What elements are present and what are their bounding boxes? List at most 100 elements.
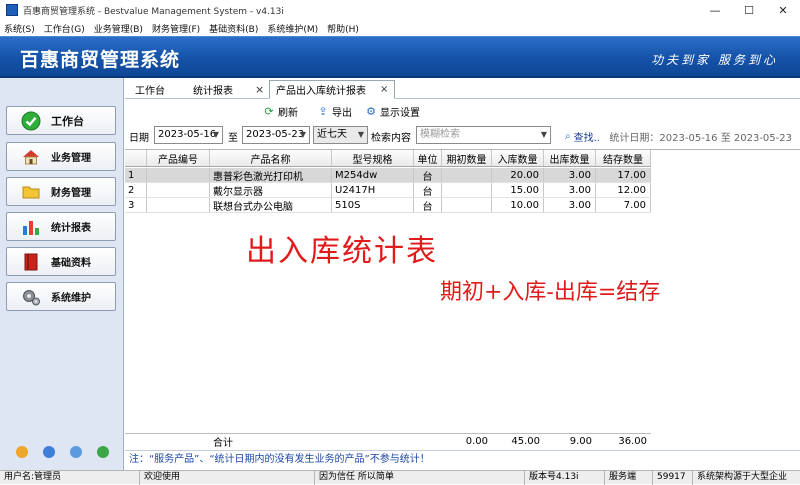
- table-row[interactable]: 2 戴尔显示器 U2417H 台 15.00 3.00 12.00: [125, 183, 651, 198]
- menu-workbench[interactable]: 工作台(G): [44, 22, 85, 35]
- tab-strip: 工作台 统计报表 × 产品出入库统计报表 ×: [125, 80, 800, 99]
- menu-business[interactable]: 业务管理(B): [94, 22, 143, 35]
- nav-reports-button[interactable]: 统计报表: [6, 212, 116, 241]
- exit-icon[interactable]: [96, 446, 109, 458]
- pencil-icon[interactable]: [15, 446, 28, 458]
- date-from-value: 2023-05-16: [158, 129, 217, 140]
- menu-system[interactable]: 系统(S): [4, 22, 35, 35]
- gear-icon: ⚙: [366, 105, 376, 118]
- nav-finance-button[interactable]: 财务管理: [6, 177, 116, 206]
- nav-maintenance-button[interactable]: 系统维护: [6, 282, 116, 311]
- row-number: 2: [125, 183, 147, 197]
- status-bar: 用户名:管理员 欢迎使用 因为信任 所以简单 版本号4.13i 服务端 5991…: [0, 470, 800, 485]
- total-label: 合计: [213, 438, 233, 449]
- column-header[interactable]: 出库数量: [544, 150, 596, 166]
- column-header[interactable]: 型号规格: [332, 150, 414, 166]
- annotation-formula: 期初+入库-出库=结存: [440, 280, 661, 305]
- column-header[interactable]: 单位: [414, 150, 442, 166]
- tab-product-inout-report[interactable]: 产品出入库统计报表 ×: [269, 80, 396, 99]
- inbound-qty: 10.00: [492, 198, 544, 212]
- maximize-button[interactable]: ☐: [732, 0, 766, 20]
- total-outbound: 9.00: [569, 436, 592, 447]
- status-motto: 因为信任 所以简单: [315, 470, 525, 485]
- search-combo[interactable]: 模糊检索 ▼: [416, 126, 551, 144]
- tab-reports[interactable]: 统计报表: [193, 80, 233, 99]
- report-toolbar: ⟳ 刷新 ⇪ 导出 ⚙ 显示设置: [125, 101, 800, 123]
- date-from-picker[interactable]: 2023-05-16 ▼: [154, 126, 223, 144]
- folder-icon: [21, 182, 41, 202]
- export-icon: ⇪: [318, 105, 328, 118]
- inbound-qty: 15.00: [492, 183, 544, 197]
- opening-qty: [442, 183, 492, 197]
- product-model: U2417H: [332, 183, 414, 197]
- product-model: M254dw: [332, 168, 414, 182]
- refresh-button[interactable]: ⟳ 刷新: [263, 104, 298, 119]
- minimize-button[interactable]: —: [698, 0, 732, 20]
- chart-icon: [21, 217, 41, 237]
- info-icon[interactable]: [69, 446, 82, 458]
- table-row[interactable]: 3 联想台式办公电脑 510S 台 10.00 3.00 7.00: [125, 198, 651, 213]
- product-name: 戴尔显示器: [210, 183, 332, 197]
- nav-label: 业务管理: [51, 153, 91, 164]
- search-label: 检索内容: [371, 133, 411, 144]
- tab-workbench[interactable]: 工作台: [135, 80, 165, 99]
- column-header[interactable]: 产品编号: [147, 150, 210, 166]
- table-row[interactable]: 1 惠普彩色激光打印机 M254dw 台 20.00 3.00 17.00: [125, 168, 651, 183]
- export-button[interactable]: ⇪ 导出: [317, 104, 352, 119]
- row-number: 3: [125, 198, 147, 212]
- window-controls: — ☐ ✕: [698, 0, 800, 20]
- status-server: 服务端: [605, 470, 653, 485]
- left-nav-panel: 工作台 业务管理 财务管理 统计报表 基础资料 系统维护: [0, 78, 124, 470]
- tab-close-icon[interactable]: ×: [255, 83, 264, 96]
- total-closing: 36.00: [618, 436, 647, 447]
- gears-icon: [21, 287, 41, 307]
- product-unit: 台: [414, 168, 442, 182]
- product-unit: 台: [414, 198, 442, 212]
- menu-bar: 系统(S) 工作台(G) 业务管理(B) 财务管理(F) 基础资料(B) 系统维…: [0, 20, 800, 36]
- menu-basic-data[interactable]: 基础资料(B): [209, 22, 258, 35]
- nav-basic-data-button[interactable]: 基础资料: [6, 247, 116, 276]
- column-header[interactable]: 结存数量: [596, 150, 651, 166]
- stat-date-range: 统计日期：2023-05-16 至 2023-05-23: [609, 133, 792, 144]
- tab-label: 产品出入库统计报表: [276, 86, 366, 97]
- nav-workbench-button[interactable]: 工作台: [6, 106, 116, 135]
- annotation-title: 出入库统计表: [246, 234, 438, 269]
- brand-slogan: 功夫到家 服务到心: [651, 53, 778, 67]
- chevron-down-icon: ▼: [212, 130, 219, 139]
- closing-qty: 7.00: [596, 198, 651, 212]
- chevron-down-icon: ▼: [540, 130, 547, 139]
- date-to-picker[interactable]: 2023-05-23 ▼: [242, 126, 310, 144]
- filter-bar: 日期 2023-05-16 ▼ 至 2023-05-23 ▼ 近七天 ▼ 检索内…: [125, 125, 800, 147]
- grid-header: 产品编号 产品名称 型号规格 单位 期初数量 入库数量 出库数量 结存数量: [125, 150, 651, 167]
- find-label: 查找..: [573, 133, 600, 144]
- find-button[interactable]: ⌕ 查找..: [565, 129, 600, 144]
- range-value: 近七天: [317, 129, 347, 140]
- clock-icon[interactable]: [42, 446, 55, 458]
- column-header[interactable]: 期初数量: [442, 150, 492, 166]
- tab-close-icon[interactable]: ×: [380, 84, 388, 95]
- column-header[interactable]: 入库数量: [492, 150, 544, 166]
- range-select[interactable]: 近七天 ▼: [313, 126, 368, 144]
- menu-help[interactable]: 帮助(H): [327, 22, 359, 35]
- product-unit: 台: [414, 183, 442, 197]
- app-icon: [6, 4, 18, 16]
- date-label: 日期: [129, 133, 149, 144]
- refresh-label: 刷新: [278, 108, 298, 119]
- check-circle-icon: [21, 111, 41, 131]
- status-arch: 系统架构源于大型企业: [697, 471, 788, 482]
- column-header[interactable]: 产品名称: [210, 150, 332, 166]
- menu-maintenance[interactable]: 系统维护(M): [267, 22, 318, 35]
- product-name: 联想台式办公电脑: [210, 198, 332, 212]
- total-cell: [125, 434, 147, 449]
- book-icon: [21, 252, 41, 272]
- nav-label: 统计报表: [51, 223, 91, 234]
- close-button[interactable]: ✕: [766, 0, 800, 20]
- nav-business-button[interactable]: 业务管理: [6, 142, 116, 171]
- product-code: [147, 198, 210, 212]
- display-settings-button[interactable]: ⚙ 显示设置: [365, 104, 420, 119]
- menu-finance[interactable]: 财务管理(F): [152, 22, 200, 35]
- product-code: [147, 168, 210, 182]
- window-title: 百惠商贸管理系统 - Bestvalue Management System -…: [23, 6, 284, 17]
- house-icon: [21, 147, 41, 167]
- row-number: 1: [125, 168, 147, 182]
